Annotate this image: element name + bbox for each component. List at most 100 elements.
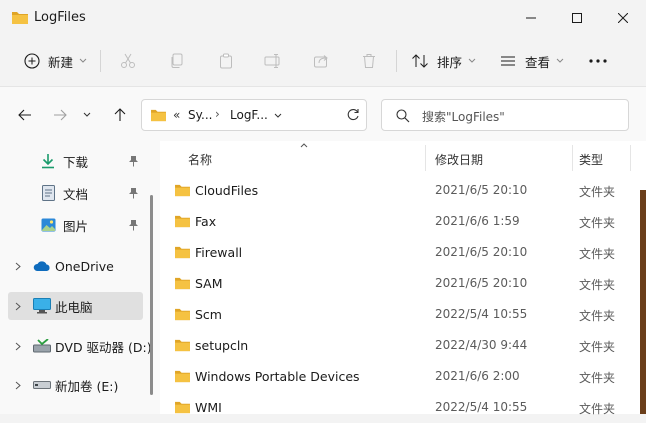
chevron-down-icon[interactable] <box>274 113 282 119</box>
column-header-type[interactable]: 类型 <box>579 151 603 168</box>
sidebar-item-label: 新加卷 (E:) <box>55 378 119 394</box>
copy-button[interactable] <box>166 50 188 72</box>
file-name: Scm <box>195 307 222 322</box>
rename-button[interactable] <box>262 50 284 72</box>
file-type: 文件夹 <box>579 402 616 416</box>
file-row[interactable]: Scm 2022/5/4 10:55 文件夹 <box>160 299 646 330</box>
chevron-right-icon[interactable] <box>15 262 21 271</box>
file-date: 2021/6/6 2:00 <box>435 369 520 383</box>
file-row[interactable]: Windows Portable Devices 2021/6/6 2:00 文件夹 <box>160 361 646 392</box>
ellipsis-icon <box>589 59 607 63</box>
download-icon <box>42 154 54 169</box>
minimize-button[interactable] <box>508 0 554 36</box>
trash-icon <box>363 54 375 68</box>
column-header-date[interactable]: 修改日期 <box>435 151 483 168</box>
sort-label: 排序 <box>437 54 463 70</box>
more-options-button[interactable] <box>587 50 609 72</box>
search-input[interactable]: 搜索"LogFiles" <box>422 108 505 125</box>
sidebar-item-label: 此电脑 <box>55 299 93 315</box>
sort-icon <box>412 54 428 68</box>
column-header-name[interactable]: 名称 <box>188 151 212 168</box>
sidebar-item-label: OneDrive <box>55 258 114 274</box>
sidebar-item-label: DVD 驱动器 (D:) <box>55 339 152 355</box>
file-row[interactable]: SAM 2021/6/5 20:10 文件夹 <box>160 268 646 299</box>
pin-icon[interactable] <box>128 187 139 199</box>
sidebar-item-drive-e[interactable]: 新加卷 (E:) <box>0 371 143 399</box>
view-button[interactable]: 查看 <box>500 48 564 74</box>
delete-button[interactable] <box>358 50 380 72</box>
folder-icon <box>175 308 190 321</box>
new-button[interactable]: 新建 <box>24 48 87 74</box>
document-icon <box>42 185 55 201</box>
file-row[interactable]: Fax 2021/6/6 1:59 文件夹 <box>160 206 646 237</box>
file-date: 2021/6/5 20:10 <box>435 276 528 290</box>
background-edge <box>640 190 646 414</box>
chevron-right-icon[interactable] <box>15 381 21 390</box>
share-button[interactable] <box>310 50 332 72</box>
chevron-right-icon[interactable] <box>15 342 21 351</box>
sidebar-item-onedrive[interactable]: OneDrive <box>0 252 143 280</box>
chevron-right-icon[interactable] <box>15 302 21 311</box>
breadcrumb-separator: › <box>215 107 220 121</box>
file-row[interactable]: Firewall 2021/6/5 20:10 文件夹 <box>160 237 646 268</box>
share-icon <box>314 55 328 68</box>
navigation-bar: « Sy... › LogF... 搜索"LogFiles" <box>0 86 646 141</box>
sidebar-item-documents[interactable]: 文档 <box>0 179 143 207</box>
file-name: WMI <box>195 400 222 415</box>
column-divider[interactable] <box>630 145 631 171</box>
close-button[interactable] <box>600 0 646 36</box>
sidebar-item-label: 下载 <box>63 154 89 170</box>
file-type: 文件夹 <box>579 340 616 354</box>
paste-button[interactable] <box>215 50 237 72</box>
folder-icon <box>175 339 190 352</box>
up-button[interactable] <box>108 103 132 127</box>
maximize-button[interactable] <box>554 0 600 36</box>
toolbar-divider <box>100 50 101 72</box>
file-date: 2021/6/6 1:59 <box>435 214 520 228</box>
forward-button[interactable] <box>48 103 72 127</box>
minimize-icon <box>526 17 536 19</box>
file-type: 文件夹 <box>579 278 616 292</box>
file-row[interactable]: CloudFiles 2021/6/5 20:10 文件夹 <box>160 175 646 206</box>
file-list: 名称 修改日期 类型 CloudFiles 2021/6/5 20:10 文件夹 Fa… <box>160 141 646 416</box>
file-row[interactable]: setupcln 2022/4/30 9:44 文件夹 <box>160 330 646 361</box>
recent-locations-button[interactable] <box>79 103 95 127</box>
back-button[interactable] <box>13 103 37 127</box>
search-box[interactable]: 搜索"LogFiles" <box>381 99 629 131</box>
computer-icon <box>33 298 51 314</box>
column-divider[interactable] <box>572 145 573 171</box>
sort-button[interactable]: 排序 <box>411 48 476 74</box>
folder-icon <box>175 277 190 290</box>
address-bar[interactable]: « Sy... › LogF... <box>141 99 367 131</box>
breadcrumb-segment[interactable]: Sy... <box>188 108 212 122</box>
file-type: 文件夹 <box>579 216 616 230</box>
sidebar-item-pictures[interactable]: 图片 <box>0 211 143 239</box>
sidebar-item-this-pc[interactable]: 此电脑 <box>8 292 143 320</box>
sidebar-item-dvd-drive[interactable]: DVD 驱动器 (D:) <box>0 332 152 360</box>
sidebar-item-downloads[interactable]: 下载 <box>0 147 143 175</box>
file-row[interactable]: WMI 2022/5/4 10:55 文件夹 <box>160 392 646 423</box>
cut-button[interactable] <box>117 50 139 72</box>
chevron-down-icon <box>468 58 476 63</box>
column-divider[interactable] <box>425 145 426 171</box>
arrow-left-icon <box>18 109 31 121</box>
breadcrumb-segment[interactable]: LogF... <box>230 108 268 122</box>
file-date: 2021/6/5 20:10 <box>435 245 528 259</box>
title-bar: LogFiles <box>0 0 646 36</box>
refresh-icon[interactable] <box>346 108 360 122</box>
file-name: Windows Portable Devices <box>195 369 360 384</box>
sidebar-scrollbar[interactable] <box>150 195 153 395</box>
chevron-down-icon <box>556 58 564 63</box>
file-name: Fax <box>195 214 217 229</box>
pin-icon[interactable] <box>128 155 139 167</box>
close-icon <box>618 13 628 23</box>
search-icon <box>396 109 410 123</box>
arrow-up-icon <box>114 108 126 121</box>
arrow-right-icon <box>54 109 67 121</box>
address-overflow[interactable]: « <box>173 108 180 122</box>
chevron-down-icon <box>83 112 91 117</box>
drive-icon <box>33 381 51 389</box>
folder-icon <box>175 370 190 383</box>
pin-icon[interactable] <box>128 219 139 231</box>
folder-icon <box>175 246 190 259</box>
